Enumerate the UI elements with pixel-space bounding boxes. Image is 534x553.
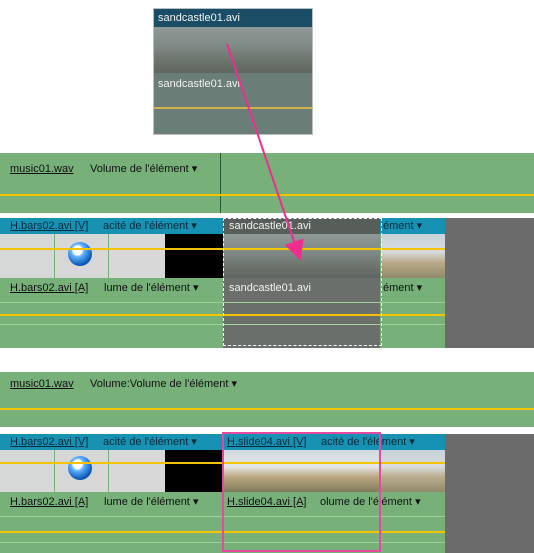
audio-clip-name: music01.wav xyxy=(10,378,74,390)
empty-track xyxy=(445,434,534,492)
video-thumbnail xyxy=(109,450,165,492)
video-clip-property[interactable]: acité de l'élément ▾ xyxy=(103,436,197,449)
empty-track xyxy=(445,492,534,553)
chevron-down-icon[interactable]: ▾ xyxy=(191,436,197,448)
video-thumbnail xyxy=(165,450,223,492)
video-clip-name[interactable]: H.bars02.avi [V] xyxy=(10,436,88,449)
audio-clip-property[interactable]: Volume:Volume de l'élément ▾ xyxy=(90,378,237,391)
video-thumbnail xyxy=(381,450,445,492)
volume-line xyxy=(0,408,534,410)
chevron-down-icon[interactable]: ▾ xyxy=(415,496,421,508)
ball-icon xyxy=(68,456,92,480)
inserted-selection-box xyxy=(222,432,381,552)
audio-track-1[interactable]: music01.wav Volume:Volume de l'élément ▾ xyxy=(0,372,534,427)
audio-clip-name[interactable]: H.bars02.avi [A] xyxy=(10,496,88,509)
chevron-down-icon[interactable]: ▾ xyxy=(193,496,199,508)
video-thumbnail xyxy=(0,450,54,492)
chevron-down-icon[interactable]: ▾ xyxy=(232,378,238,390)
chevron-down-icon[interactable]: ▾ xyxy=(409,436,415,448)
timeline-after: music01.wav Volume:Volume de l'élément ▾… xyxy=(0,372,534,553)
audio-clip-property[interactable]: lume de l'élément ▾ xyxy=(104,496,198,509)
